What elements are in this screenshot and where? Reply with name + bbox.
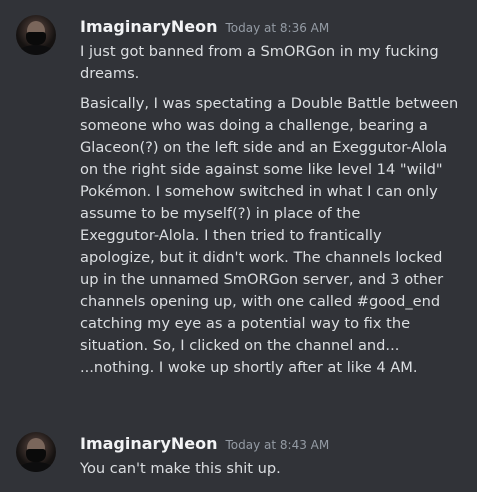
user-avatar[interactable]	[16, 432, 56, 472]
message-line: Basically, I was spectating a Double Bat…	[80, 95, 459, 112]
message-line: apologize, but it didn't work. The chann…	[80, 249, 443, 266]
message-line: on the right side against some like leve…	[80, 161, 443, 178]
message-line: Glaceon(?) on the left side and an Exegg…	[80, 139, 448, 156]
timestamp: Today at 8:43 AM	[225, 438, 330, 452]
avatar-mask	[26, 449, 46, 462]
message-content: I just got banned from a SmORGon in my f…	[80, 41, 472, 85]
message-line: up in the unnamed SmORGon server, and 3 …	[80, 271, 444, 288]
user-avatar[interactable]	[16, 15, 56, 55]
message-line: Pokémon. I somehow switched in what I ca…	[80, 183, 438, 200]
avatar-mask	[26, 32, 46, 45]
avatar-shoulders	[18, 462, 54, 472]
message-content: Basically, I was spectating a Double Bat…	[80, 93, 472, 379]
message-line: ...nothing. I woke up shortly after at l…	[80, 359, 418, 376]
message-line: someone who was doing a challenge, beari…	[80, 117, 428, 134]
avatar-shoulders	[18, 45, 54, 55]
message-header: ImaginaryNeon Today at 8:36 AM	[80, 17, 329, 36]
message-line: catching my eye as a potential way to fi…	[80, 315, 411, 332]
message-line: situation. So, I clicked on the channel …	[80, 337, 400, 354]
message-line: dreams.	[80, 65, 140, 82]
message-content: You can't make this shit up.	[80, 458, 472, 480]
message-header: ImaginaryNeon Today at 8:43 AM	[80, 434, 329, 453]
message-line: channels opening up, with one called #go…	[80, 293, 441, 310]
message-line: I just got banned from a SmORGon in my f…	[80, 43, 439, 60]
timestamp: Today at 8:36 AM	[225, 21, 330, 35]
username[interactable]: ImaginaryNeon	[80, 434, 218, 453]
username[interactable]: ImaginaryNeon	[80, 17, 218, 36]
message-line: Exeggutor-Alola. I then tried to frantic…	[80, 227, 382, 244]
message-line: assume to be myself(?) in place of the	[80, 205, 361, 222]
message-line: You can't make this shit up.	[80, 460, 281, 477]
